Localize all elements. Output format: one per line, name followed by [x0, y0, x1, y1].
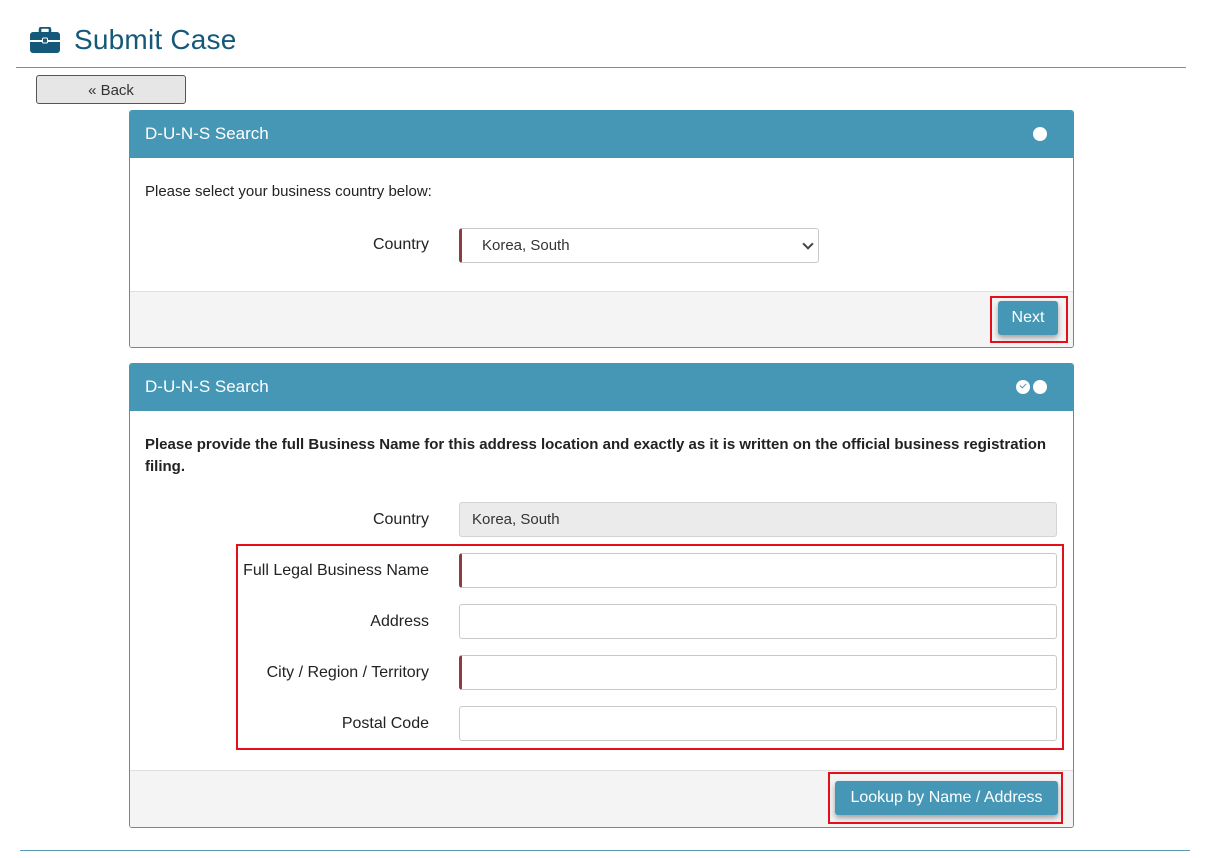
- panel-footer: Lookup by Name / Address: [130, 770, 1073, 827]
- header-divider: [16, 67, 1186, 68]
- briefcase-icon: [30, 26, 60, 53]
- city-region-label: City / Region / Territory: [266, 664, 429, 681]
- panel-instructions: Please provide the full Business Name fo…: [145, 436, 1047, 475]
- business-name-input[interactable]: [459, 553, 1057, 588]
- panel-instructions: Please select your business country belo…: [145, 183, 432, 200]
- panel-header: D-U-N-S Search: [130, 111, 1073, 158]
- business-name-label: Full Legal Business Name: [243, 562, 429, 579]
- country-select-value: Korea, South: [482, 237, 570, 254]
- step-indicator: [1033, 127, 1047, 141]
- page-header: Submit Case: [30, 22, 237, 58]
- step-circle-icon: [1033, 380, 1047, 394]
- lookup-button[interactable]: Lookup by Name / Address: [835, 781, 1058, 815]
- country-label: Country: [372, 511, 429, 528]
- address-input[interactable]: [459, 604, 1057, 639]
- panel-title: D-U-N-S Search: [145, 377, 269, 396]
- panel-footer: Next: [130, 291, 1073, 347]
- chevron-down-icon: [802, 238, 814, 250]
- panel-title: D-U-N-S Search: [145, 124, 269, 143]
- back-button[interactable]: « Back: [36, 75, 186, 104]
- panel-header: D-U-N-S Search: [130, 364, 1073, 411]
- city-region-input[interactable]: [459, 655, 1057, 690]
- footer-divider: [20, 850, 1190, 851]
- step-indicator: [1016, 380, 1047, 394]
- country-readonly-field: Korea, South: [459, 502, 1057, 537]
- next-button[interactable]: Next: [998, 301, 1058, 335]
- step-check-circle-icon: [1016, 380, 1030, 394]
- country-label: Country: [372, 236, 429, 253]
- country-select[interactable]: Korea, South: [459, 228, 819, 263]
- duns-search-panel-step-2: D-U-N-S Search Please provide the full B…: [129, 363, 1074, 828]
- step-circle-icon: [1033, 127, 1047, 141]
- address-label: Address: [370, 613, 429, 630]
- duns-search-panel-step-1: D-U-N-S Search Please select your busine…: [129, 110, 1074, 348]
- postal-code-input[interactable]: [459, 706, 1057, 741]
- page-title: Submit Case: [74, 24, 237, 55]
- postal-code-label: Postal Code: [341, 715, 429, 732]
